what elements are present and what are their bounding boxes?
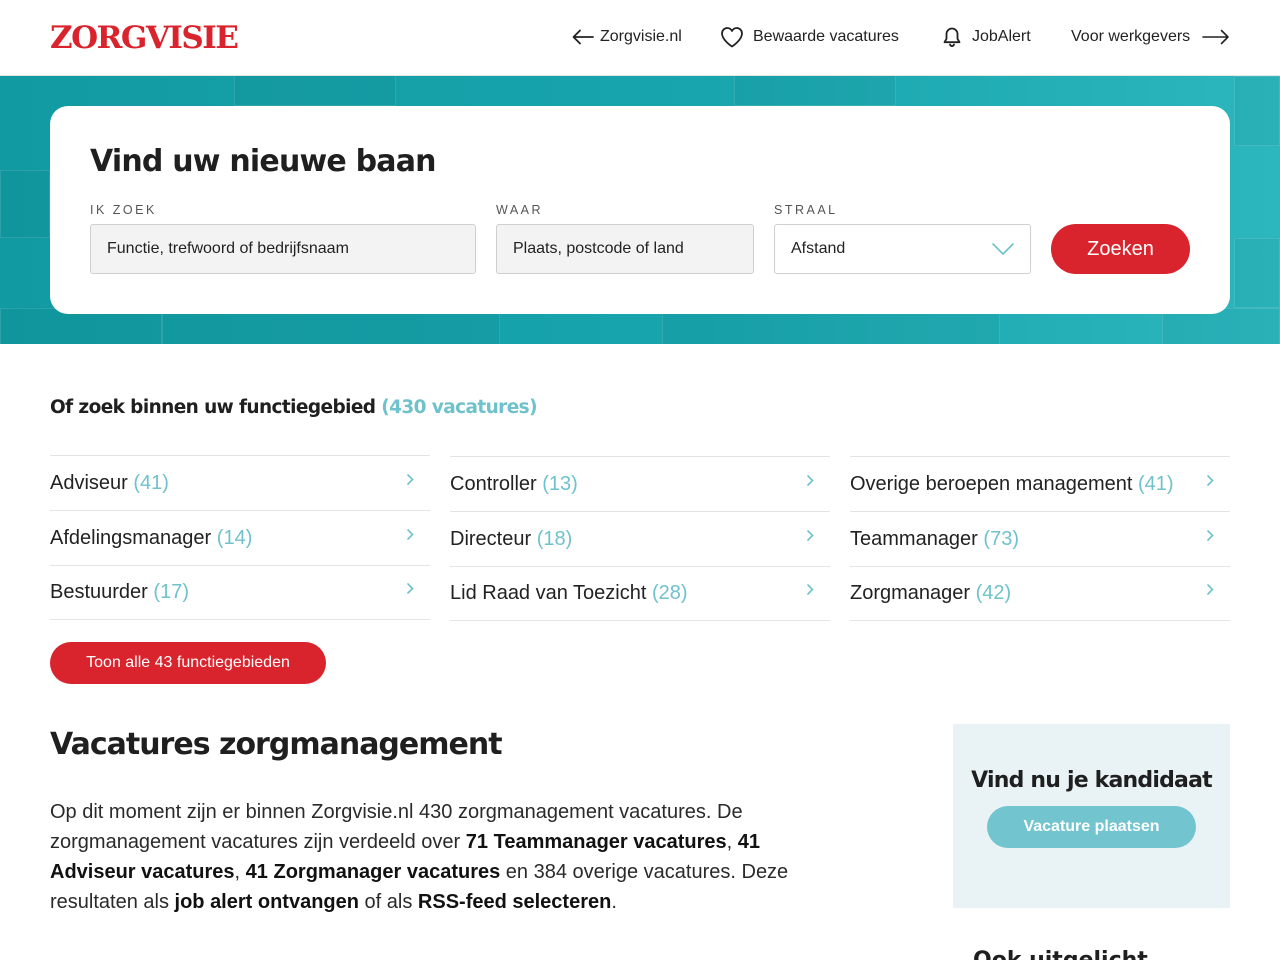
category-name: Adviseur — [50, 471, 128, 494]
bell-icon — [943, 27, 961, 47]
employer-cta-box: Vind nu je kandidaat Vacature plaatsen — [953, 724, 1230, 908]
category-column-2: Controller (13) Directeur (18) Lid Raad … — [450, 456, 830, 621]
show-all-categories-button[interactable]: Toon alle 43 functiegebieden — [50, 642, 326, 684]
heart-icon — [721, 27, 743, 48]
categories-heading-count: (430 vacatures) — [381, 397, 537, 418]
category-item-lid-raad-van-toezicht[interactable]: Lid Raad van Toezicht (28) — [450, 566, 830, 621]
search-button[interactable]: Zoeken — [1051, 224, 1190, 274]
teammanager-vacatures-link[interactable]: 71 Teammanager vacatures — [466, 831, 727, 853]
zorgvisie-logo[interactable]: ZORGVISIE — [50, 22, 239, 54]
category-name: Bestuurder — [50, 581, 148, 603]
category-count: (28) — [652, 582, 688, 604]
category-item-controller[interactable]: Controller (13) — [450, 456, 830, 511]
category-name: Zorgmanager — [850, 582, 971, 604]
category-name: Controller — [450, 472, 537, 495]
where-input[interactable] — [496, 224, 754, 274]
content-text-3: of als — [358, 891, 418, 913]
content-paragraph: Op dit moment zijn er binnen Zorgvisie.n… — [50, 797, 810, 917]
chevron-right-icon — [807, 474, 814, 486]
where-label: WAAR — [496, 203, 544, 217]
radius-label: STRAAL — [774, 203, 838, 217]
job-search-card: Vind uw nieuwe baan IK ZOEK WAAR STRAAL … — [50, 106, 1230, 314]
category-item-teammanager[interactable]: Teammanager (73) — [850, 511, 1230, 566]
nav-zorgvisie-link[interactable]: Zorgvisie.nl — [572, 24, 682, 50]
radius-select[interactable]: Afstand — [774, 224, 1031, 274]
nav-jobalert-link[interactable]: JobAlert — [942, 24, 1031, 50]
hero-pattern-tile — [1234, 238, 1280, 308]
category-name: Afdelingsmanager — [50, 526, 212, 549]
arrow-right-icon — [1202, 29, 1229, 45]
content-title: Vacatures zorgmanagement — [50, 727, 503, 762]
hero-pattern-tile — [734, 76, 896, 106]
nav-saved-jobs-link[interactable]: Bewaarde vacatures — [720, 24, 899, 50]
site-header: ZORGVISIE Zorgvisie.nl Bewaarde vacature… — [0, 0, 1280, 76]
nav-employers-label: Voor werkgevers — [1071, 28, 1191, 45]
chevron-right-icon — [407, 528, 414, 540]
chevron-right-icon — [407, 583, 414, 594]
chevron-right-icon — [407, 473, 414, 485]
post-vacancy-button[interactable]: Vacature plaatsen — [987, 806, 1196, 848]
radius-select-value: Afstand — [791, 240, 846, 257]
job-alert-link[interactable]: job alert ontvangen — [175, 891, 359, 913]
category-column-3: Overige beroepen management (41) Teamman… — [850, 456, 1230, 621]
what-input[interactable] — [90, 224, 476, 274]
chevron-down-icon — [992, 243, 1014, 255]
category-item-directeur[interactable]: Directeur (18) — [450, 511, 830, 566]
hero-pattern-tile — [234, 76, 396, 106]
nav-saved-jobs-label: Bewaarde vacatures — [753, 28, 899, 45]
categories-heading: Of zoek binnen uw functiegebied (430 vac… — [50, 397, 538, 418]
search-title: Vind uw nieuwe baan — [90, 144, 437, 179]
chevron-right-icon — [807, 584, 814, 595]
nav-zorgvisie-label: Zorgvisie.nl — [600, 28, 682, 45]
chevron-right-icon — [807, 529, 814, 541]
rss-feed-link[interactable]: RSS-feed selecteren — [418, 891, 611, 913]
category-name: Teammanager — [850, 527, 978, 550]
categories-heading-text: Of zoek binnen uw functiegebied — [50, 397, 376, 418]
content-text-4: . — [611, 891, 617, 913]
category-name: Lid Raad van Toezicht — [450, 582, 647, 604]
category-item-adviseur[interactable]: Adviseur (41) — [50, 455, 430, 510]
category-name: Overige beroepen management — [850, 472, 1133, 495]
chevron-right-icon — [1207, 474, 1214, 486]
nav-employers-link[interactable]: Voor werkgevers — [1071, 24, 1230, 50]
category-item-zorgmanager[interactable]: Zorgmanager (42) — [850, 566, 1230, 621]
chevron-right-icon — [1207, 584, 1214, 595]
category-item-bestuurder[interactable]: Bestuurder (17) — [50, 565, 430, 620]
chevron-right-icon — [1207, 529, 1214, 541]
hero-pattern-tile — [1234, 76, 1280, 146]
content-separator: , — [726, 831, 738, 853]
arrow-left-icon — [572, 29, 594, 45]
content-separator: , — [234, 861, 246, 883]
category-count: (73) — [983, 527, 1019, 550]
category-count: (18) — [536, 527, 573, 550]
category-item-overige-beroepen-management[interactable]: Overige beroepen management (41) — [850, 456, 1230, 511]
category-count: (17) — [153, 581, 189, 603]
category-count: (41) — [133, 471, 169, 494]
hero-pattern-tile — [0, 170, 50, 238]
category-count: (13) — [542, 472, 578, 495]
category-column-1: Adviseur (41) Afdelingsmanager (14) Best… — [50, 455, 430, 620]
category-count: (41) — [1137, 472, 1174, 495]
search-hero: Vind uw nieuwe baan IK ZOEK WAAR STRAAL … — [0, 76, 1280, 344]
category-count: (42) — [975, 582, 1012, 604]
nav-jobalert-label: JobAlert — [972, 28, 1031, 45]
what-label: IK ZOEK — [90, 203, 157, 217]
sidebar-next-heading: Ook uitgelicht — [973, 948, 1148, 960]
employer-cta-title: Vind nu je kandidaat — [971, 768, 1213, 793]
zorgmanager-vacatures-link[interactable]: 41 Zorgmanager vacatures — [246, 861, 501, 883]
category-count: (14) — [216, 526, 253, 549]
category-item-afdelingsmanager[interactable]: Afdelingsmanager (14) — [50, 510, 430, 565]
category-name: Directeur — [450, 527, 532, 550]
